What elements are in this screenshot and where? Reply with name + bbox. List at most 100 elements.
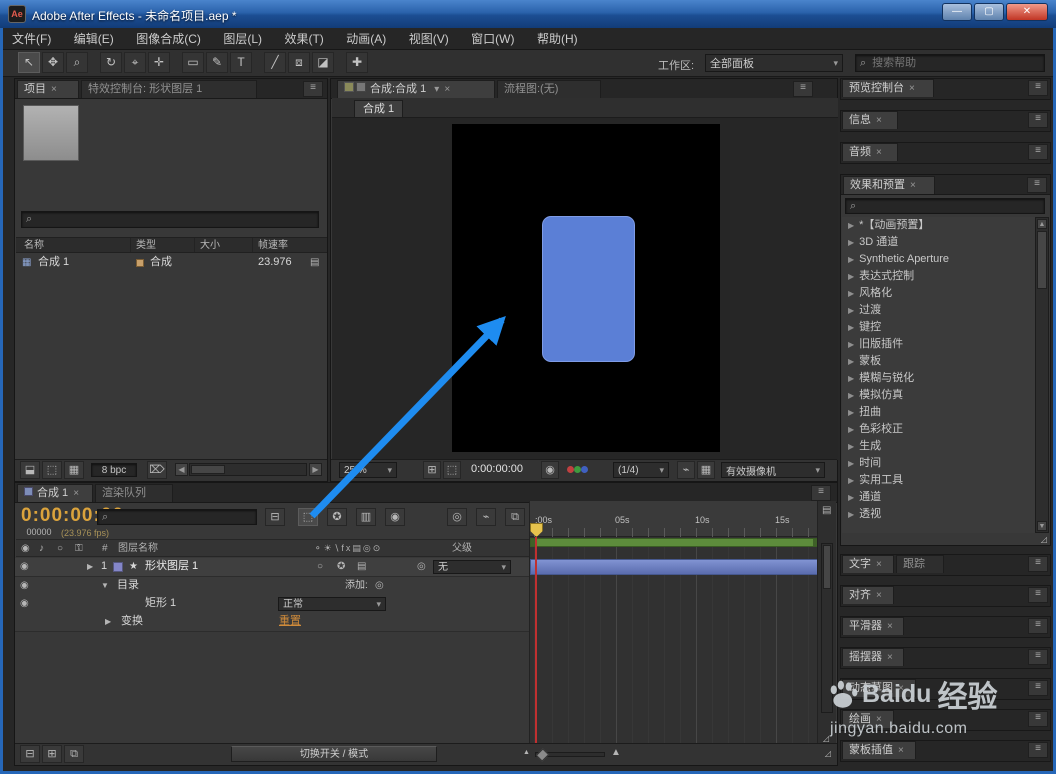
tab-flowchart[interactable]: 流程图:(无) (497, 80, 601, 98)
transparency-grid-icon[interactable]: ▦ (697, 461, 715, 479)
eye-icon[interactable]: ◉ (20, 595, 29, 612)
comp-timecode[interactable]: 0:00:00:00 (471, 463, 523, 475)
layer-row[interactable]: ◉ ▶ 1 ★ 形状图层 1 ○ ✪ ▤ ◎ 无 ▾ (15, 558, 529, 577)
hand-tool-icon[interactable]: ✥ (42, 52, 64, 73)
effects-item[interactable]: ▶ 键控 (842, 319, 1037, 336)
tab-tracker[interactable]: 跟踪 (896, 555, 944, 573)
effects-item[interactable]: ▶ 扭曲 (842, 404, 1037, 421)
minimize-button[interactable]: — (942, 3, 972, 21)
workspace-dropdown[interactable]: 全部面板 ▾ (705, 54, 843, 72)
menu-item-composition[interactable]: 图像合成(C) (127, 28, 210, 50)
close-icon[interactable]: × (444, 84, 450, 95)
project-hscrollbar[interactable] (189, 463, 307, 476)
col-name[interactable]: 名称 (24, 238, 44, 253)
tab-info[interactable]: 信息 × (842, 111, 898, 129)
panel-menu-icon[interactable]: ≡ (303, 81, 323, 97)
effects-item[interactable]: ▶ 时间 (842, 455, 1037, 472)
scroll-right-icon[interactable]: ▶ (309, 463, 322, 476)
close-icon[interactable]: × (51, 84, 57, 95)
interpret-footage-icon[interactable]: ⬓ (20, 461, 40, 479)
panel-menu-icon[interactable]: ≡ (793, 81, 813, 97)
effects-search-box[interactable]: ⌕ (845, 198, 1045, 214)
twirl-icon[interactable]: ▶ (848, 374, 854, 383)
panel-menu-icon[interactable]: ≡ (811, 485, 831, 501)
project-search-input[interactable] (36, 212, 314, 227)
zoom-tool-icon[interactable]: ⌕ (66, 52, 88, 73)
channel-red-icon[interactable] (567, 466, 574, 473)
close-icon[interactable]: × (887, 652, 893, 663)
tab-project[interactable]: 项目 × (17, 80, 79, 98)
rotation-tool-icon[interactable]: ↻ (100, 52, 122, 73)
panel-menu-icon[interactable]: ≡ (1028, 711, 1048, 727)
menu-item-effect[interactable]: 效果(T) (275, 28, 332, 50)
tab-paint[interactable]: 绘画 × (842, 710, 894, 728)
chevron-down-icon[interactable]: ▾ (434, 84, 439, 95)
close-icon[interactable]: × (898, 745, 904, 756)
panel-menu-icon[interactable]: ≡ (1028, 587, 1048, 603)
panel-menu-icon[interactable]: ≡ (1028, 649, 1048, 665)
col-index[interactable]: # (102, 540, 108, 557)
motion-blur-icon[interactable]: ◉ (385, 508, 405, 526)
close-button[interactable]: ✕ (1006, 3, 1048, 21)
auto-keyframe-icon[interactable]: ◎ (447, 508, 467, 526)
panel-menu-icon[interactable]: ≡ (1028, 112, 1048, 128)
hide-shy-layers-icon[interactable]: ✪ (327, 508, 347, 526)
twirl-icon[interactable]: ▶ (848, 255, 854, 264)
live-update-icon[interactable]: ⌁ (476, 508, 496, 526)
help-search-box[interactable]: ⌕ (855, 54, 1045, 72)
twirl-icon[interactable]: ▶ (848, 510, 854, 519)
effects-item[interactable]: ▶ 实用工具 (842, 472, 1037, 489)
layer-name[interactable]: 形状图层 1 (145, 558, 198, 575)
resolution-dropdown[interactable]: (1/4) ▾ (613, 462, 669, 478)
menu-item-file[interactable]: 文件(F) (3, 28, 60, 50)
switch-effects-icon[interactable]: ✪ (337, 558, 345, 575)
work-area-bar[interactable] (530, 538, 820, 547)
color-depth-button[interactable]: 8 bpc (91, 463, 137, 477)
effects-item[interactable]: ▶ 通道 (842, 489, 1037, 506)
col-parent[interactable]: 父级 (452, 540, 472, 557)
transform-row[interactable]: ▶ 变换 重置 (15, 613, 529, 632)
help-search-input[interactable] (870, 56, 1040, 70)
maximize-button[interactable]: ▢ (974, 3, 1004, 21)
expand-columns-icon[interactable]: ⊞ (42, 745, 62, 763)
toggle-switches-modes-button[interactable]: 切换开关 / 模式 (231, 746, 437, 762)
close-icon[interactable]: × (876, 147, 882, 158)
tab-effects-presets[interactable]: 效果和预置 × (843, 176, 935, 194)
rect-row[interactable]: ◉ 矩形 1 正常 ▾ (15, 595, 529, 614)
effects-item[interactable]: ▶ 风格化 (842, 285, 1037, 302)
col-switches[interactable]: ⚬☀∖fx▤◎⊙ (314, 540, 382, 557)
twirl-icon[interactable]: ▶ (848, 493, 854, 502)
timeline-search-box[interactable]: ⌕ (97, 509, 257, 525)
close-icon[interactable]: × (73, 488, 79, 499)
pickwhip-icon[interactable]: ◎ (417, 558, 426, 575)
eye-icon[interactable]: ◉ (21, 540, 30, 557)
parent-dropdown[interactable]: 无 ▾ (433, 560, 511, 574)
menu-item-layer[interactable]: 图层(L) (214, 28, 271, 50)
channel-blue-icon[interactable] (581, 466, 588, 473)
tab-mask-interpolation[interactable]: 蒙板插值 × (842, 741, 916, 759)
effects-item[interactable]: ▶ 生成 (842, 438, 1037, 455)
scroll-down-icon[interactable]: ▼ (1037, 521, 1047, 531)
timeline-track-area[interactable]: :00s 05s 10s 15s (529, 501, 820, 747)
resize-grip-icon[interactable]: ◿ (823, 734, 829, 743)
scroll-thumb[interactable] (1037, 231, 1047, 289)
comp-viewer[interactable] (332, 118, 838, 460)
zoom-in-mountain-icon[interactable]: ▲ (611, 747, 621, 758)
frame-blend-icon[interactable]: ▥ (356, 508, 376, 526)
clone-stamp-tool-icon[interactable]: ⧈ (288, 52, 310, 73)
twirl-icon[interactable]: ▶ (848, 289, 854, 298)
twirl-icon[interactable]: ▶ (87, 558, 93, 575)
trash-icon[interactable]: ⌦ (147, 461, 167, 479)
channel-green-icon[interactable] (574, 466, 581, 473)
shape-tool-icon[interactable]: ▭ (182, 52, 204, 73)
col-fps[interactable]: 帧速率 (258, 238, 288, 253)
menu-item-edit[interactable]: 编辑(E) (65, 28, 123, 50)
panel-menu-icon[interactable]: ≡ (1027, 177, 1047, 193)
twirl-icon[interactable]: ▶ (848, 306, 854, 315)
tab-effect-controls[interactable]: 特效控制台: 形状图层 1 (81, 80, 257, 98)
zoom-slider-thumb[interactable] (535, 748, 550, 762)
comp-name-subtab[interactable]: 合成 1 (354, 100, 404, 117)
pen-tool-icon[interactable]: ✎ (206, 52, 228, 73)
twirl-icon[interactable]: ▶ (848, 442, 854, 451)
tab-character[interactable]: 文字 × (842, 555, 894, 573)
